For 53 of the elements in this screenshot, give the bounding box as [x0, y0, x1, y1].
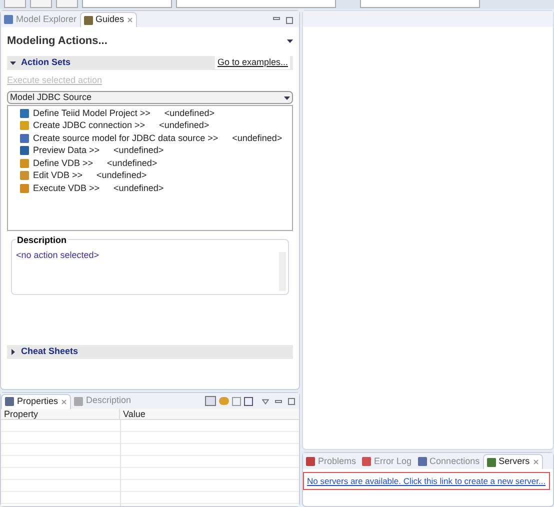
view-icon	[418, 457, 427, 466]
action-link[interactable]: Define Teiid Model Project >>	[33, 106, 150, 120]
status-text: <undefined>	[114, 182, 164, 194]
toolbar-button[interactable]	[4, 0, 26, 8]
status-text: <undefined>	[96, 169, 147, 182]
caret-icon[interactable]	[284, 94, 290, 100]
dropdown-field[interactable]: Model JDBC Source	[7, 91, 293, 104]
caret-icon[interactable]	[10, 60, 16, 66]
view-icon	[4, 15, 13, 24]
guides-title: Modeling Actions...	[7, 34, 108, 49]
dropdown-field[interactable]	[176, 0, 336, 8]
view-icon	[84, 16, 93, 24]
view-icon	[5, 397, 14, 406]
status-text: <undefined>	[114, 144, 164, 157]
view-icon	[486, 458, 496, 466]
close-icon[interactable]	[61, 398, 68, 404]
tab[interactable]: Properties	[1, 394, 72, 408]
tab[interactable]: Guides	[80, 12, 138, 27]
description-title: Description	[16, 234, 68, 248]
dropdown-field[interactable]	[360, 0, 480, 8]
maximize-icon[interactable]	[286, 17, 293, 24]
toolbar-button[interactable]	[56, 0, 78, 8]
maximize-icon[interactable]	[288, 398, 295, 404]
menu-icon[interactable]	[287, 38, 293, 44]
minimize-icon[interactable]	[273, 17, 280, 20]
toolbar-button[interactable]	[30, 0, 52, 8]
view-icon	[362, 457, 372, 466]
action-link[interactable]: Edit VDB >>	[33, 169, 83, 182]
action-link[interactable]: Create JDBC connection >>	[33, 119, 146, 132]
section-title: Cheat Sheets	[21, 345, 78, 358]
column-header[interactable]: Property	[1, 409, 120, 419]
action-link[interactable]: Execute VDB >>	[33, 182, 100, 195]
status-text: <undefined>	[232, 132, 282, 144]
action-link[interactable]: Preview Data >>	[33, 144, 100, 158]
status-text: <undefined>	[164, 106, 214, 120]
close-icon[interactable]	[127, 17, 134, 23]
column-header[interactable]: Value	[120, 409, 299, 419]
caret-icon[interactable]	[10, 349, 16, 355]
action-link[interactable]: Define VDB >>	[33, 156, 94, 170]
examples-link[interactable]: Go to examples...	[215, 56, 290, 70]
view-icon	[306, 457, 315, 466]
minimize-icon[interactable]	[275, 400, 282, 402]
action-link[interactable]: Create source model for JDBC data source >>	[33, 132, 218, 145]
section-header[interactable]: Action Sets Go to examples...	[7, 56, 293, 70]
tab[interactable]: Servers	[482, 454, 543, 469]
view-icon	[74, 396, 84, 406]
dropdown-field[interactable]	[82, 0, 172, 8]
description-text: <no action selected>	[16, 249, 100, 262]
status-text: <undefined>	[159, 119, 210, 132]
close-icon[interactable]	[532, 459, 539, 465]
status-text: <undefined>	[107, 156, 158, 170]
section-header[interactable]: Cheat Sheets	[7, 345, 293, 359]
scrollbar[interactable]	[279, 252, 286, 291]
